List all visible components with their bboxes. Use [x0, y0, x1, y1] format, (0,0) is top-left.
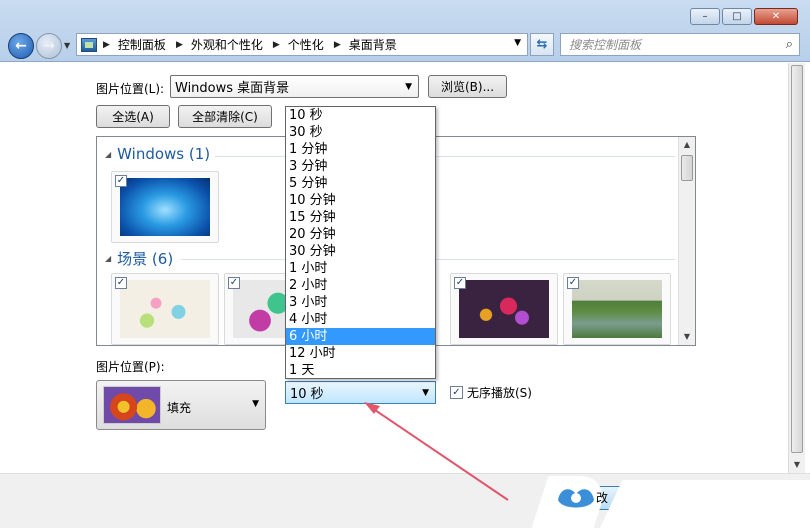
- control-panel-icon: [81, 37, 97, 52]
- scrollbar-thumb[interactable]: [791, 65, 803, 453]
- flower-preview-icon: [103, 386, 161, 424]
- chevron-right-icon: ▶: [103, 39, 110, 50]
- interval-option[interactable]: 1 分钟: [286, 141, 435, 158]
- checkbox-checked-icon[interactable]: ✓: [115, 277, 127, 289]
- watermark-logo: [558, 489, 594, 508]
- picture-position-label: 图片位置(P):: [96, 360, 165, 374]
- checkbox-checked-icon[interactable]: ✓: [450, 386, 463, 399]
- picture-location-select[interactable]: Windows 桌面背景 ▼: [170, 75, 419, 98]
- save-label: 改: [596, 491, 609, 505]
- crumb-control-panel[interactable]: 控制面板: [118, 36, 166, 53]
- picture-location-label: 图片位置(L):: [96, 82, 165, 96]
- interval-dropdown-list[interactable]: 10 秒 30 秒 1 分钟 3 分钟 5 分钟 10 分钟 15 分钟 20 …: [285, 106, 436, 379]
- scroll-down-icon[interactable]: ▼: [679, 329, 695, 345]
- group-divider: [215, 156, 675, 157]
- interval-option[interactable]: 12 小时: [286, 345, 435, 362]
- checkbox-checked-icon[interactable]: ✓: [228, 277, 240, 289]
- picture-position-select[interactable]: 填充 ▼: [96, 380, 266, 430]
- scrollbar-thumb[interactable]: [681, 155, 693, 181]
- interval-option-highlighted[interactable]: 6 小时: [286, 328, 435, 345]
- address-bar[interactable]: ▶ 控制面板 ▶ 外观和个性化 ▶ 个性化 ▶ 桌面背景 ▼: [76, 33, 528, 56]
- wallpaper-thumb-scene-5[interactable]: ✓: [450, 273, 558, 345]
- group-header-windows[interactable]: ◢ Windows (1): [105, 145, 210, 163]
- crumb-desktop-background[interactable]: 桌面背景: [349, 36, 397, 53]
- chevron-right-icon: ▶: [272, 39, 280, 50]
- select-all-button[interactable]: 全选(A): [96, 105, 170, 128]
- scene-wallpaper-1: [120, 280, 210, 338]
- search-icon[interactable]: ⌕: [786, 37, 793, 52]
- clear-all-button[interactable]: 全部清除(C): [178, 105, 272, 128]
- chevron-right-icon: ▶: [175, 39, 183, 50]
- maximize-button[interactable]: □: [722, 8, 752, 25]
- interval-option[interactable]: 3 分钟: [286, 158, 435, 175]
- forward-button[interactable]: →: [36, 33, 62, 59]
- wallpaper-thumb-windows[interactable]: ✓: [111, 171, 219, 243]
- windows-logo-wallpaper: [120, 178, 210, 236]
- wallpaper-thumb-scene-6[interactable]: ✓: [563, 273, 671, 345]
- group-title: Windows (1): [117, 145, 211, 163]
- group-title: 场景 (6): [117, 250, 174, 268]
- picture-location-value: Windows 桌面背景: [175, 81, 290, 96]
- interval-option[interactable]: 1 天: [286, 362, 435, 379]
- interval-option[interactable]: 15 分钟: [286, 209, 435, 226]
- interval-option[interactable]: 2 小时: [286, 277, 435, 294]
- arrow-right-icon: →: [43, 38, 55, 54]
- crumb-appearance[interactable]: 外观和个性化: [191, 36, 263, 53]
- interval-option[interactable]: 20 分钟: [286, 226, 435, 243]
- search-input[interactable]: 搜索控制面板 ⌕: [560, 33, 800, 56]
- window-controls: – □ ✕: [690, 8, 798, 25]
- breadcrumb: ▶ 控制面板 ▶ 外观和个性化 ▶ 个性化 ▶ 桌面背景: [101, 36, 397, 53]
- checkbox-checked-icon[interactable]: ✓: [115, 175, 127, 187]
- interval-option[interactable]: 1 小时: [286, 260, 435, 277]
- checkbox-checked-icon[interactable]: ✓: [567, 277, 579, 289]
- history-dropdown-icon[interactable]: ▼: [64, 41, 70, 50]
- refresh-icon: ⇆: [536, 37, 548, 52]
- collapse-triangle-icon[interactable]: ◢: [105, 254, 111, 263]
- interval-select[interactable]: 10 秒 ▼: [285, 381, 436, 404]
- arrow-left-icon: ←: [15, 38, 27, 54]
- address-dropdown-icon[interactable]: ▼: [514, 38, 521, 48]
- interval-option[interactable]: 5 分钟: [286, 175, 435, 192]
- back-button[interactable]: ←: [8, 33, 34, 59]
- window-chrome: – □ ✕ ← → ▼ ▶ 控制面板 ▶ 外观和个性化 ▶ 个性化 ▶ 桌面背景…: [0, 0, 810, 62]
- collapse-triangle-icon[interactable]: ◢: [105, 150, 111, 159]
- scene-wallpaper-6: [572, 280, 662, 338]
- gallery-scrollbar[interactable]: ▲ ▼: [678, 137, 695, 345]
- browse-button[interactable]: 浏览(B)...: [428, 75, 507, 98]
- scroll-down-icon[interactable]: ▼: [789, 457, 805, 473]
- checkbox-checked-icon[interactable]: ✓: [454, 277, 466, 289]
- interval-option[interactable]: 30 分钟: [286, 243, 435, 260]
- search-placeholder: 搜索控制面板: [569, 38, 642, 52]
- scroll-up-icon[interactable]: ▲: [679, 137, 695, 153]
- watermark-overlay: [600, 480, 810, 528]
- interval-option[interactable]: 10 分钟: [286, 192, 435, 209]
- group-header-scenes[interactable]: ◢ 场景 (6): [105, 248, 173, 269]
- scene-wallpaper-5: [459, 280, 549, 338]
- shuffle-label: 无序播放(S): [467, 386, 532, 400]
- minimize-button[interactable]: –: [690, 8, 720, 25]
- shuffle-checkbox[interactable]: ✓ 无序播放(S): [450, 384, 532, 401]
- interval-value: 10 秒: [290, 387, 324, 402]
- crumb-personalization[interactable]: 个性化: [288, 36, 324, 53]
- chevron-down-icon: ▼: [252, 399, 259, 409]
- chevron-right-icon: ▶: [333, 39, 341, 50]
- picture-position-value: 填充: [167, 401, 192, 415]
- chevron-down-icon: ▼: [422, 387, 429, 398]
- interval-option[interactable]: 3 小时: [286, 294, 435, 311]
- refresh-button[interactable]: ⇆: [530, 33, 554, 56]
- wallpaper-thumb-scene-1[interactable]: ✓: [111, 273, 219, 345]
- interval-option[interactable]: 10 秒: [286, 107, 435, 124]
- interval-option[interactable]: 4 小时: [286, 311, 435, 328]
- close-button[interactable]: ✕: [754, 8, 798, 25]
- window-scrollbar[interactable]: ▼: [788, 63, 805, 473]
- chevron-down-icon: ▼: [405, 81, 412, 92]
- interval-option[interactable]: 30 秒: [286, 124, 435, 141]
